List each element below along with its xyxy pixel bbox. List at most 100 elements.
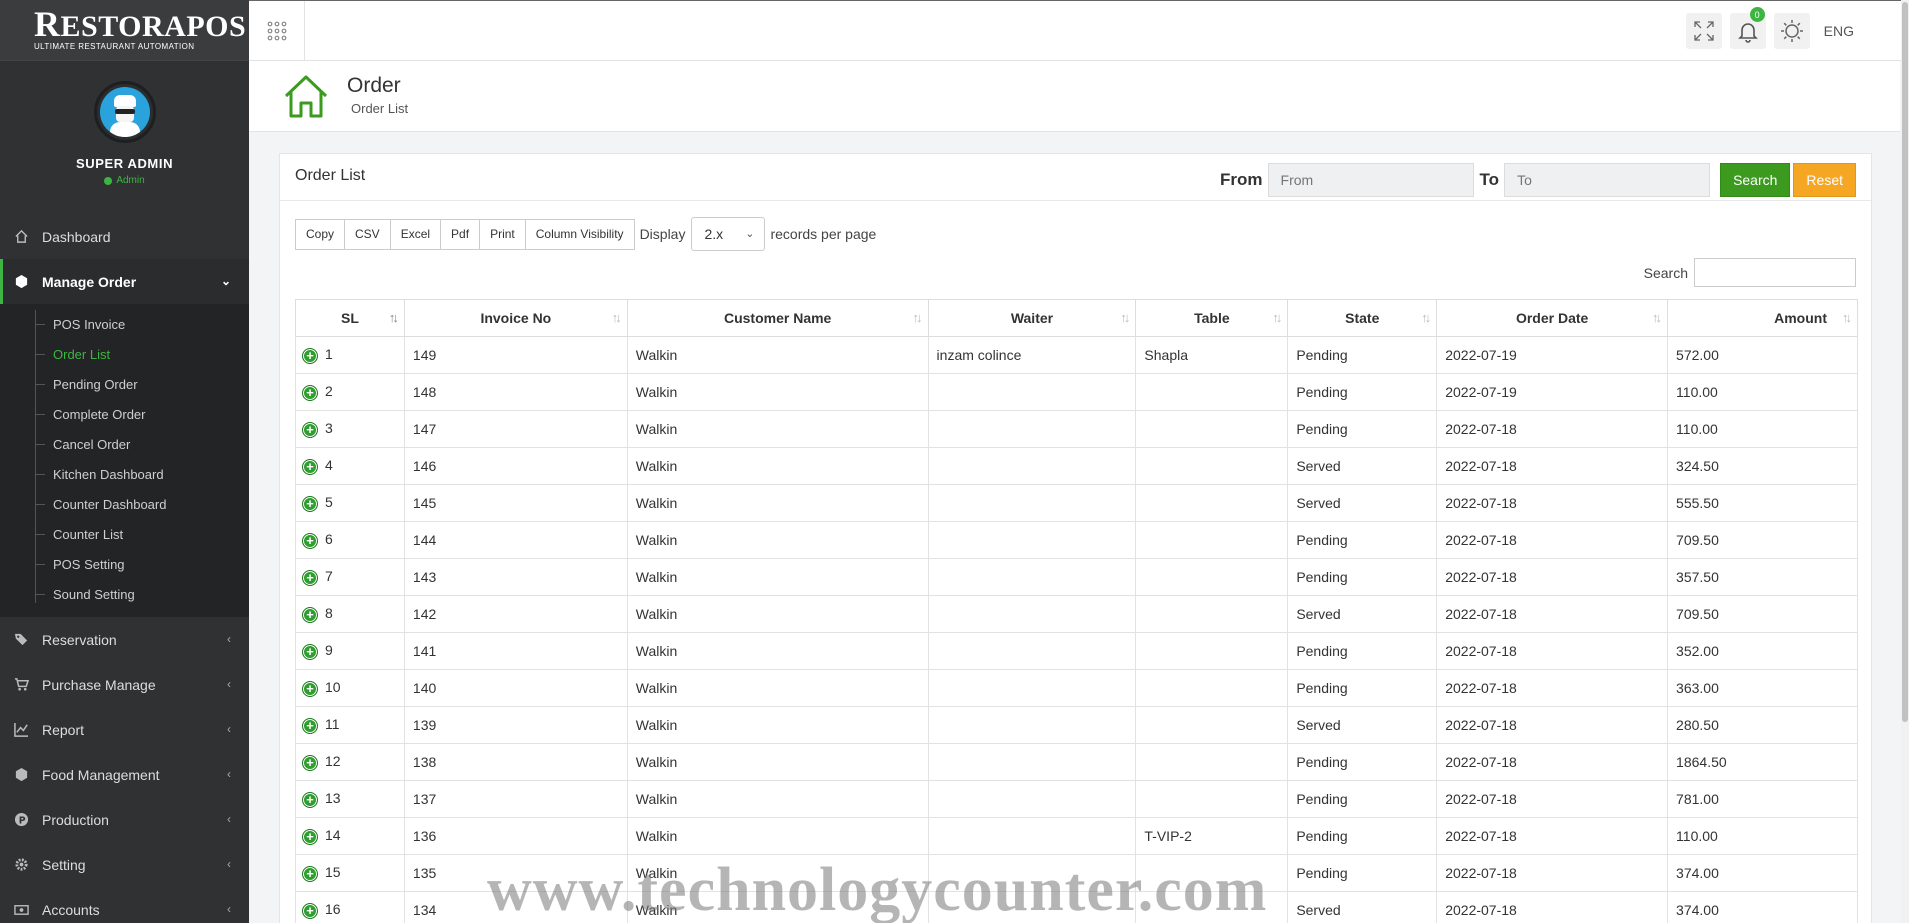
search-label: Search <box>1643 264 1688 281</box>
sidebar-subitem-pos-setting[interactable]: POS Setting <box>0 549 249 579</box>
column-header-amount[interactable]: Amount ↑↓ <box>1667 299 1858 337</box>
table-cell-table <box>1135 891 1289 923</box>
sidebar-subitem-kitchen-dashboard[interactable]: Kitchen Dashboard <box>0 459 249 489</box>
table-row[interactable]: +12 138 Walkin Pending 2022-07-18 1864.50 <box>295 743 1858 781</box>
table-cell-invoice-no: 139 <box>403 706 628 744</box>
expand-row-icon[interactable]: + <box>302 754 318 771</box>
expand-row-icon[interactable]: + <box>302 865 318 882</box>
table-row[interactable]: +11 139 Walkin Served 2022-07-18 280.50 <box>295 706 1858 744</box>
table-row[interactable]: +8 142 Walkin Served 2022-07-18 709.50 <box>295 595 1858 633</box>
table-cell-amount: 374.00 <box>1667 854 1858 892</box>
page-length-select[interactable]: 2.x ⌄ <box>691 217 766 251</box>
expand-row-icon[interactable]: + <box>302 791 318 808</box>
table-row[interactable]: +14 136 Walkin T-VIP-2 Pending 2022-07-18 110.… <box>295 817 1858 855</box>
table-search-input[interactable] <box>1694 258 1856 287</box>
table-tools: Copy CSV Excel Pdf Print Column Visibili… <box>295 217 876 251</box>
expand-row-icon[interactable]: + <box>302 532 318 549</box>
table-row[interactable]: +5 145 Walkin Served 2022-07-18 555.50 <box>295 484 1858 522</box>
table-cell-order-date: 2022-07-18 <box>1436 447 1669 485</box>
expand-row-icon[interactable]: + <box>302 458 318 475</box>
column-header-invoice-no[interactable]: Invoice No ↑↓ <box>403 299 628 337</box>
notifications-button[interactable]: 0 <box>1729 7 1766 49</box>
sidebar-subitem-pending-order[interactable]: Pending Order <box>0 369 249 399</box>
table-cell-table: Shapla <box>1135 336 1289 374</box>
expand-row-icon[interactable]: + <box>302 347 318 364</box>
table-cell-state: Served <box>1287 706 1438 744</box>
money-icon <box>14 902 42 917</box>
print-button[interactable]: Print <box>479 218 526 250</box>
bell-icon <box>1737 23 1758 43</box>
expand-row-icon[interactable]: + <box>302 569 318 586</box>
sidebar-item-purchase-manage[interactable]: Purchase Manage ‹ <box>0 662 249 707</box>
expand-row-icon[interactable]: + <box>302 606 318 623</box>
table-row[interactable]: +2 148 Walkin Pending 2022-07-19 110.00 <box>295 373 1858 411</box>
table-row[interactable]: +10 140 Walkin Pending 2022-07-18 363.00 <box>295 669 1858 707</box>
apps-grid-button[interactable] <box>249 1 305 61</box>
sidebar-subitem-sound-setting[interactable]: Sound Setting <box>0 579 249 609</box>
sidebar-item-manage-order[interactable]: Manage Order ⌄ <box>0 259 249 304</box>
table-row[interactable]: +4 146 Walkin Served 2022-07-18 324.50 <box>295 447 1858 485</box>
expand-row-icon[interactable]: + <box>302 643 318 660</box>
expand-row-icon[interactable]: + <box>302 680 318 697</box>
sidebar-subitem-cancel-order[interactable]: Cancel Order <box>0 429 249 459</box>
avatar[interactable] <box>93 81 156 143</box>
sidebar-subitem-counter-dashboard[interactable]: Counter Dashboard <box>0 489 249 519</box>
reset-button[interactable]: Reset <box>1793 163 1856 197</box>
sidebar-item-report[interactable]: Report ‹ <box>0 707 249 752</box>
sidebar-subitem-counter-list[interactable]: Counter List <box>0 519 249 549</box>
table-cell-invoice-no: 145 <box>403 484 628 522</box>
pdf-button[interactable]: Pdf <box>440 218 481 250</box>
csv-button[interactable]: CSV <box>344 218 391 250</box>
table-cell-amount: 110.00 <box>1667 817 1858 855</box>
column-header-table[interactable]: Table ↑↓ <box>1135 299 1289 337</box>
fullscreen-button[interactable] <box>1685 13 1722 49</box>
scrollbar-thumb[interactable] <box>1902 2 1908 722</box>
column-header-state[interactable]: State ↑↓ <box>1287 299 1438 337</box>
expand-row-icon[interactable]: + <box>302 717 318 734</box>
table-cell-customer-name: Walkin <box>626 447 929 485</box>
table-row[interactable]: +9 141 Walkin Pending 2022-07-18 352.00 <box>295 632 1858 670</box>
expand-row-icon[interactable]: + <box>302 828 318 845</box>
table-row[interactable]: +3 147 Walkin Pending 2022-07-18 110.00 <box>295 410 1858 448</box>
column-header-sl[interactable]: SL ↑↓ <box>295 299 405 337</box>
column-visibility-button[interactable]: Column Visibility <box>524 218 635 250</box>
sidebar-item-dashboard[interactable]: Dashboard <box>0 214 249 259</box>
table-cell-sl: +6 <box>295 521 405 559</box>
column-header-waiter[interactable]: Waiter ↑↓ <box>927 299 1137 337</box>
sidebar-item-accounts[interactable]: Accounts ‹ <box>0 887 249 923</box>
table-cell-amount: 352.00 <box>1667 632 1858 670</box>
table-cell-state: Pending <box>1287 817 1438 855</box>
table-row[interactable]: +7 143 Walkin Pending 2022-07-18 357.50 <box>295 558 1858 596</box>
expand-row-icon[interactable]: + <box>302 495 318 512</box>
sidebar-item-production[interactable]: P Production ‹ <box>0 797 249 842</box>
from-date-input[interactable] <box>1267 163 1474 197</box>
table-row[interactable]: +13 137 Walkin Pending 2022-07-18 781.00 <box>295 780 1858 818</box>
order-table: SL ↑↓ Invoice No ↑↓ Customer Name ↑↓ Waiter… <box>295 299 1858 923</box>
copy-button[interactable]: Copy <box>295 218 346 250</box>
table-row[interactable]: +1 149 Walkin inzam colince Shapla Pending 202… <box>295 336 1858 374</box>
theme-toggle-button[interactable] <box>1773 13 1810 49</box>
language-selector[interactable]: ENG <box>1824 23 1854 39</box>
excel-button[interactable]: Excel <box>389 218 442 250</box>
table-cell-state: Pending <box>1287 780 1438 818</box>
expand-row-icon[interactable]: + <box>302 902 318 919</box>
sidebar-item-setting[interactable]: Setting ‹ <box>0 842 249 887</box>
sidebar-item-reservation[interactable]: Reservation ‹ <box>0 617 249 662</box>
page-scrollbar[interactable] <box>1901 0 1909 923</box>
expand-row-icon[interactable]: + <box>302 421 318 438</box>
column-header-customer-name[interactable]: Customer Name ↑↓ <box>626 299 929 337</box>
search-button[interactable]: Search <box>1720 163 1791 197</box>
svg-text:P: P <box>19 815 26 826</box>
sidebar-subitem-complete-order[interactable]: Complete Order <box>0 399 249 429</box>
sidebar-item-food-management[interactable]: Food Management ‹ <box>0 752 249 797</box>
brand-logo[interactable]: RESTORAPOS ULTIMATE RESTAURANT AUTOMATIO… <box>0 0 249 61</box>
to-date-input[interactable] <box>1504 163 1711 197</box>
sidebar-subitem-pos-invoice[interactable]: POS Invoice <box>0 309 249 339</box>
table-row[interactable]: +15 135 Walkin Pending 2022-07-18 374.00 <box>295 854 1858 892</box>
table-cell-order-date: 2022-07-18 <box>1436 558 1669 596</box>
table-row[interactable]: +6 144 Walkin Pending 2022-07-18 709.50 <box>295 521 1858 559</box>
column-header-order-date[interactable]: Order Date ↑↓ <box>1436 299 1669 337</box>
expand-row-icon[interactable]: + <box>302 384 318 401</box>
table-row[interactable]: +16 134 Walkin Served 2022-07-18 374.00 <box>295 891 1858 923</box>
sidebar-subitem-order-list[interactable]: Order List <box>0 339 249 369</box>
